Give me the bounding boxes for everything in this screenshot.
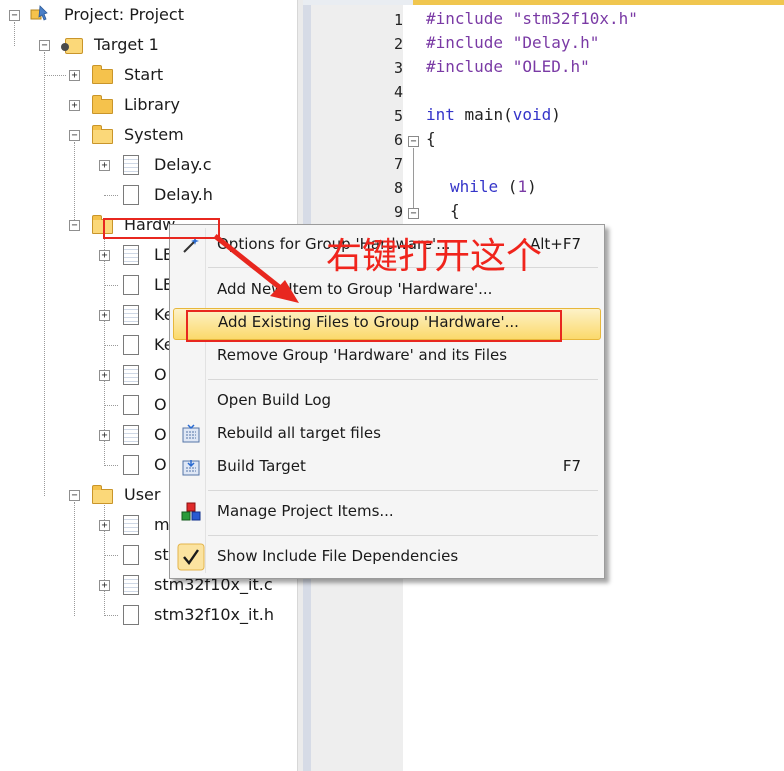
annotation-text: 右键打开这个 [326, 236, 543, 277]
annotation-arrow-icon [213, 234, 299, 303]
